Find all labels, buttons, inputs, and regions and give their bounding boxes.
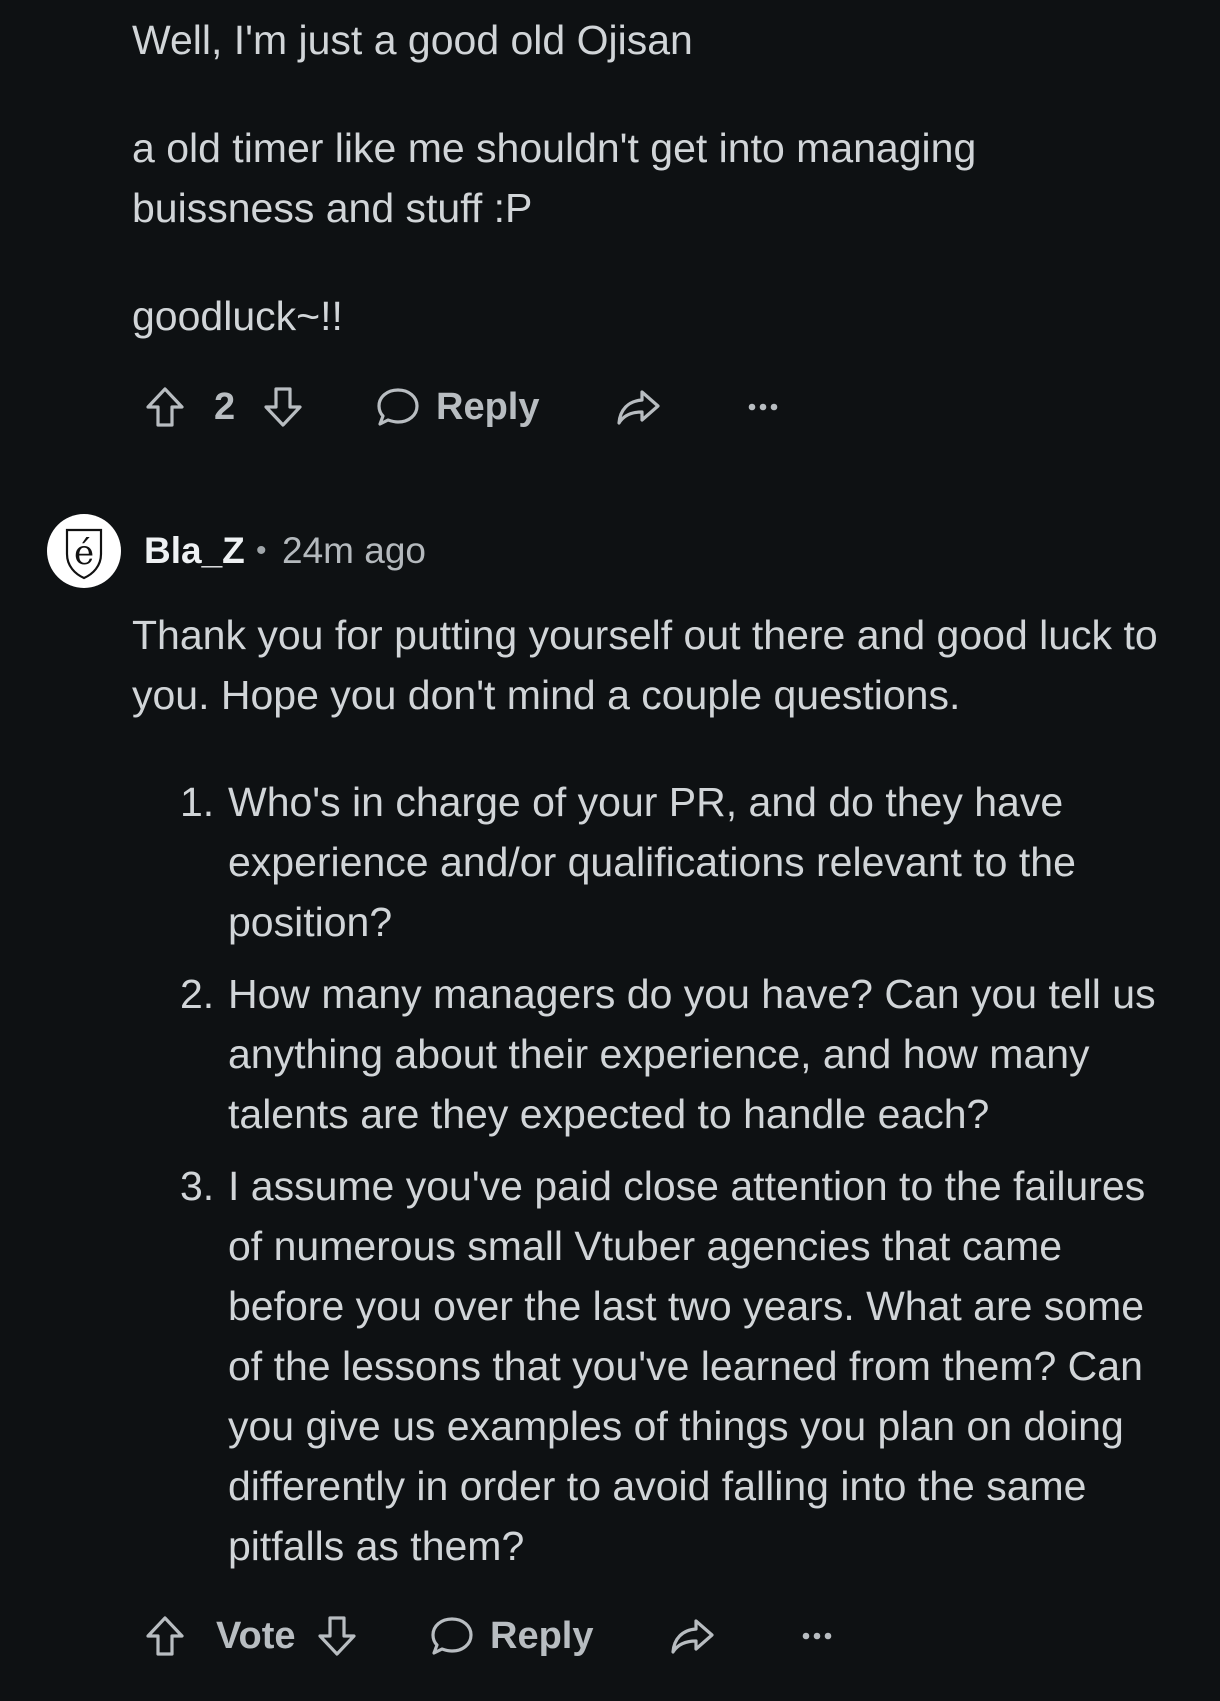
list-item: 1. Who's in charge of your PR, and do th… bbox=[180, 772, 1180, 952]
share-arrow-icon bbox=[671, 1619, 714, 1654]
list-text: I assume you've paid close attention to … bbox=[228, 1163, 1146, 1569]
comment-paragraph: Well, I'm just a good old Ojisan bbox=[132, 17, 693, 63]
list-number: 1. bbox=[180, 779, 215, 825]
list-number: 3. bbox=[180, 1163, 215, 1209]
list-text: How many managers do you have? Can you t… bbox=[228, 971, 1156, 1137]
share-arrow-icon bbox=[617, 390, 660, 425]
vote-count: 2 bbox=[214, 385, 236, 428]
downvote-button[interactable] bbox=[260, 367, 306, 447]
list-item: 2. How many managers do you have? Can yo… bbox=[180, 964, 1180, 1144]
vote-label: Vote bbox=[216, 1614, 296, 1657]
comment-intro: Thank you for putting yourself out there… bbox=[132, 612, 1170, 718]
ellipsis-icon bbox=[748, 403, 778, 411]
more-options-button[interactable] bbox=[746, 367, 780, 447]
meta-separator: • bbox=[256, 534, 267, 567]
list-number: 2. bbox=[180, 971, 215, 1017]
comment-paragraph: goodluck~!! bbox=[132, 293, 343, 339]
list-text: Who's in charge of your PR, and do they … bbox=[228, 779, 1076, 945]
share-button[interactable] bbox=[614, 367, 662, 447]
avatar[interactable]: é bbox=[47, 514, 121, 588]
reply-button[interactable]: Reply bbox=[374, 367, 539, 447]
list-item: 3. I assume you've paid close attention … bbox=[180, 1156, 1180, 1576]
reply-button[interactable]: Reply bbox=[428, 1596, 593, 1676]
more-options-button[interactable] bbox=[800, 1596, 834, 1676]
username-link[interactable]: Bla_Z bbox=[144, 529, 245, 573]
speech-bubble-icon bbox=[431, 1617, 473, 1655]
comment-action-bar: Vote Reply bbox=[132, 1596, 892, 1676]
comment-action-bar: 2 Reply bbox=[132, 367, 892, 447]
upvote-button[interactable] bbox=[142, 1596, 188, 1676]
speech-bubble-icon bbox=[377, 388, 419, 426]
downvote-arrow-icon bbox=[318, 1616, 356, 1656]
avatar-glyph: é bbox=[74, 533, 94, 573]
share-button[interactable] bbox=[668, 1596, 716, 1676]
reply-label: Reply bbox=[436, 385, 540, 428]
comment-timestamp[interactable]: 24m ago bbox=[282, 529, 426, 573]
ellipsis-icon bbox=[802, 1632, 832, 1640]
upvote-arrow-icon bbox=[146, 1616, 184, 1656]
upvote-arrow-icon bbox=[146, 387, 184, 427]
reply-label: Reply bbox=[490, 1614, 594, 1657]
comment-paragraph: a old timer like me shouldn't get into m… bbox=[132, 125, 988, 231]
downvote-arrow-icon bbox=[264, 387, 302, 427]
crest-avatar-icon: é bbox=[65, 528, 103, 580]
downvote-button[interactable] bbox=[314, 1596, 360, 1676]
upvote-button[interactable] bbox=[142, 367, 188, 447]
